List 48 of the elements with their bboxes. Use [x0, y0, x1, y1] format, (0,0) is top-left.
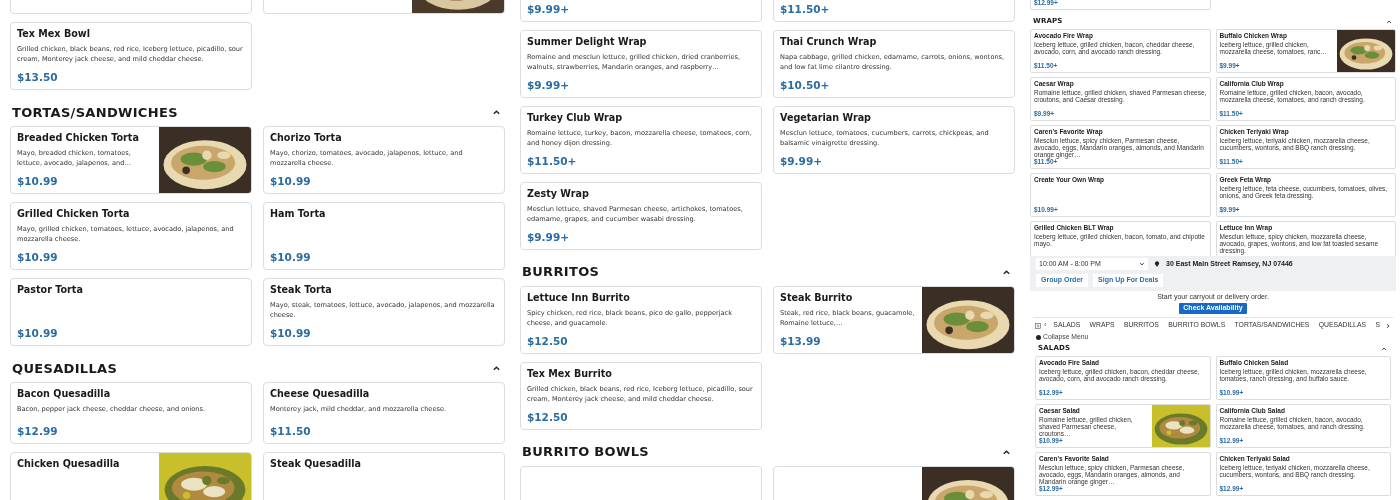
- item-name: Tex Mex Bowl: [17, 27, 91, 41]
- menu-item-card[interactable]: Pastor Torta $10.99: [10, 278, 252, 347]
- item-name: Vegetarian Wrap: [780, 111, 872, 124]
- item-price: $9.99+: [527, 231, 570, 244]
- menu-item-card[interactable]: Chicken Quesadilla: [10, 452, 252, 500]
- item-name: Tex Mex Burrito: [527, 367, 613, 380]
- item-name: Grilled Chicken Torta: [17, 207, 131, 221]
- item-name: Steak Burrito: [780, 291, 854, 304]
- menu-item-card[interactable]: Ham Torta $10.99: [263, 202, 505, 271]
- item-name: Ham Torta: [270, 207, 327, 221]
- item-name: Pastor Torta: [17, 283, 84, 297]
- item-price: $12.50: [527, 411, 569, 424]
- item-price: $11.50+: [780, 3, 831, 16]
- item-price: $10.50+: [780, 79, 831, 92]
- section-heading: TORTAS/SANDWICHES: [12, 103, 178, 122]
- item-price: $9.99+: [527, 79, 570, 92]
- item-price: $12.50: [527, 335, 569, 348]
- item-price: $10.99: [270, 327, 312, 341]
- item-name: Chorizo Torta: [270, 131, 343, 145]
- menu-item-card[interactable]: Steak Quesadilla: [263, 452, 505, 500]
- item-price: $10.99: [17, 175, 59, 189]
- menu-item-card[interactable]: $9.99+: [520, 0, 762, 22]
- item-name: Chicken Quesadilla: [17, 457, 121, 471]
- item-price: $13.50: [17, 71, 59, 85]
- menu-item-card[interactable]: $11.50+: [773, 0, 1015, 22]
- item-name: Steak Torta: [270, 283, 333, 297]
- item-price: $9.99+: [780, 155, 823, 168]
- item-price: $10.99: [17, 327, 59, 341]
- item-price: $13.99: [780, 335, 822, 348]
- section-heading: BURRITOS: [522, 263, 600, 282]
- section-heading: BURRITO BOWLS: [522, 443, 649, 462]
- item-name: Breaded Chicken Torta: [17, 131, 140, 145]
- item-price: $10.99: [270, 175, 312, 189]
- item-price: $9.99+: [527, 3, 570, 16]
- item-name: Bacon Quesadilla: [17, 387, 112, 401]
- item-price: $11.50: [270, 425, 312, 439]
- item-name: Summer Delight Wrap: [527, 35, 648, 48]
- item-price: $10.99: [270, 251, 312, 265]
- item-name: Thai Crunch Wrap: [780, 35, 878, 48]
- item-price: $12.99: [17, 425, 59, 439]
- item-name: Lettuce Inn Burrito: [527, 291, 631, 304]
- item-price: $10.99: [17, 251, 59, 265]
- section-heading: QUESADILLAS: [12, 359, 118, 378]
- item-name: Steak Quesadilla: [270, 457, 363, 471]
- item-name: Cheese Quesadilla: [270, 387, 371, 401]
- item-name: Zesty Wrap: [527, 187, 590, 200]
- item-name: Turkey Club Wrap: [527, 111, 624, 124]
- item-price: $11.50+: [527, 155, 578, 168]
